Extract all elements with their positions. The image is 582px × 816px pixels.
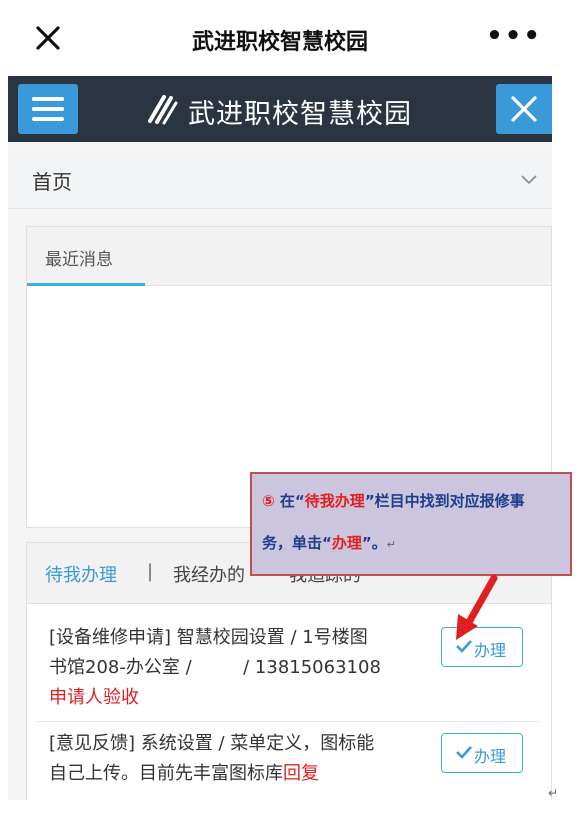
- menu-icon-bar: [32, 117, 64, 121]
- breadcrumb-home[interactable]: 首页: [32, 166, 72, 195]
- window-title: 武进职校智慧校园: [191, 30, 368, 55]
- app-header: 武进职校智慧校园: [8, 76, 552, 142]
- annotation-line-1: ⑤ 在“待我办理”栏目中找到对应报修事: [262, 490, 525, 511]
- app-title: 武进职校智慧校园: [188, 99, 412, 130]
- close-icon: [511, 96, 537, 122]
- list-item-line: [设备维修申请] 智慧校园设置 / 1号楼图: [49, 627, 368, 648]
- close-menu-button[interactable]: [496, 84, 552, 134]
- paragraph-mark: ↵: [548, 786, 559, 800]
- handle-button[interactable]: 办理: [441, 733, 523, 773]
- list-item-line: 自己上传。目前先丰富图标库回复: [49, 759, 437, 789]
- annotation-text: 务，单击“: [262, 534, 332, 552]
- annotation-text: ”。: [361, 534, 387, 552]
- list-item-text: [设备维修申请] 智慧校园设置 / 1号楼图 书馆208-办公室 / / 138…: [49, 623, 437, 713]
- chevron-down-icon[interactable]: [520, 170, 538, 188]
- menu-icon-bar: [32, 97, 64, 101]
- list-item[interactable]: [意见反馈] 系统设置 / 菜单定义，图标能 自己上传。目前先丰富图标库回复 办…: [37, 729, 541, 799]
- annotation-text: 在“: [274, 492, 305, 510]
- menu-icon-bar: [32, 107, 64, 111]
- pointer-arrow-icon: [456, 574, 498, 640]
- annotation-line-2: 务，单击“办理”。↵: [262, 532, 396, 553]
- breadcrumb[interactable]: 首页: [8, 150, 552, 209]
- list-item-line: 书馆208-办公室 / / 13815063108: [49, 657, 381, 678]
- list-item-line-text: 自己上传。目前先丰富图标库: [49, 763, 283, 784]
- annotation-highlight: 办理: [331, 534, 362, 552]
- tab-separator: |: [147, 561, 154, 582]
- status-text: 回复: [283, 763, 319, 784]
- annotation-highlight: 待我办理: [304, 492, 365, 510]
- title-bar: 武进职校智慧校园 •••: [8, 0, 552, 76]
- menu-button[interactable]: [18, 84, 78, 134]
- check-icon: [456, 746, 472, 759]
- handle-button-label: 办理: [474, 747, 507, 766]
- tab-recent-messages[interactable]: 最近消息: [45, 245, 113, 270]
- status-text: 申请人验收: [49, 687, 139, 708]
- list-item-text: [意见反馈] 系统设置 / 菜单定义，图标能 自己上传。目前先丰富图标库回复: [49, 729, 437, 789]
- annotation-callout: ⑤ 在“待我办理”栏目中找到对应报修事 务，单击“办理”。↵: [250, 472, 572, 576]
- return-mark: ↵: [386, 538, 396, 551]
- annotation-text: ”栏目中找到对应报修事: [364, 492, 525, 510]
- active-tab-underline: [27, 283, 145, 286]
- more-options-icon[interactable]: •••: [486, 23, 542, 49]
- step-number: ⑤: [262, 492, 275, 510]
- recent-messages-header: 最近消息: [27, 227, 551, 286]
- phone-screen: 武进职校智慧校园 ••• 武进职校智慧校园 首页 最近消息 待我办理 | 我经办…: [8, 0, 552, 800]
- tab-pending[interactable]: 待我办理: [45, 561, 117, 587]
- list-item-line: [意见反馈] 系统设置 / 菜单定义，图标能: [49, 733, 375, 754]
- school-logo-icon: [148, 95, 178, 125]
- tab-handled[interactable]: 我经办的: [173, 561, 245, 587]
